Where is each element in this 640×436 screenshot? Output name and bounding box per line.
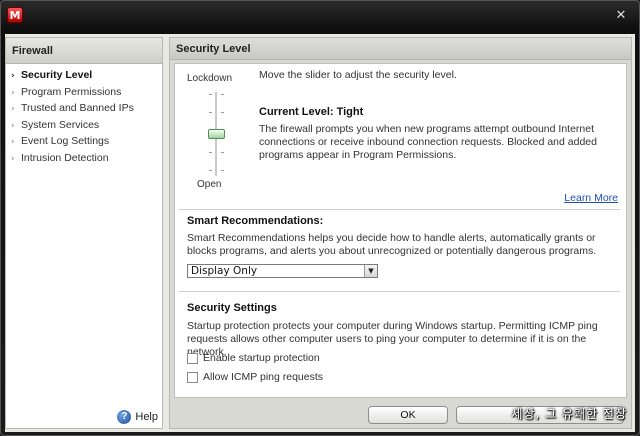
title-bar[interactable]: M ✕ bbox=[1, 1, 639, 31]
chevron-right-icon: › bbox=[11, 153, 15, 164]
sidebar-item-program-permissions[interactable]: › Program Permissions bbox=[6, 84, 162, 101]
sidebar-nav: › Security Level › Program Permissions › Tr… bbox=[6, 64, 162, 166]
sidebar-item-label: Program Permissions bbox=[21, 85, 122, 98]
slider-tick bbox=[209, 112, 212, 113]
smart-recommendations-description: Smart Recommendations helps you decide h… bbox=[187, 232, 597, 257]
sidebar-item-label: System Services bbox=[21, 118, 100, 131]
smart-recommendations-select[interactable]: Display Only ▼ bbox=[187, 264, 378, 278]
current-level-value: Tight bbox=[336, 106, 364, 118]
security-level-slider[interactable] bbox=[199, 92, 233, 176]
sidebar-item-system-services[interactable]: › System Services bbox=[6, 117, 162, 134]
content-area: Lockdown Open Move the slider to adjust … bbox=[174, 63, 627, 398]
security-level-section: Lockdown Open Move the slider to adjust … bbox=[175, 64, 626, 207]
page-title: Security Level bbox=[170, 38, 631, 60]
checkbox-label: Enable startup protection bbox=[203, 352, 320, 364]
slider-tick bbox=[221, 170, 224, 171]
help-label: Help bbox=[135, 411, 158, 423]
chevron-right-icon: › bbox=[11, 120, 15, 131]
section-divider bbox=[179, 209, 620, 210]
slider-bottom-label: Open bbox=[197, 179, 222, 190]
chevron-right-icon: › bbox=[11, 104, 15, 114]
slider-instruction: Move the slider to adjust the security l… bbox=[259, 69, 457, 81]
cancel-button[interactable] bbox=[456, 406, 624, 424]
sidebar-item-label: Security Level bbox=[21, 69, 93, 81]
close-icon[interactable]: ✕ bbox=[613, 8, 629, 24]
sidebar-item-intrusion-detection[interactable]: › Intrusion Detection bbox=[6, 150, 162, 167]
slider-tick bbox=[221, 112, 224, 113]
learn-more-link[interactable]: Learn More bbox=[564, 192, 618, 204]
select-value: Display Only bbox=[191, 265, 258, 277]
slider-tick bbox=[221, 94, 224, 95]
section-divider bbox=[179, 291, 620, 292]
sidebar-item-label: Event Log Settings bbox=[21, 135, 110, 147]
slider-tick bbox=[221, 152, 224, 153]
slider-tick bbox=[209, 152, 212, 153]
sidebar-item-label: Intrusion Detection bbox=[21, 151, 109, 164]
allow-icmp-ping-option[interactable]: Allow ICMP ping requests bbox=[187, 371, 323, 383]
slider-tick bbox=[209, 170, 212, 171]
enable-startup-protection-checkbox[interactable] bbox=[187, 352, 198, 364]
sidebar-title: Firewall bbox=[6, 38, 162, 64]
mcafee-window: M ✕ Firewall › Security Level › Program Pe… bbox=[0, 0, 640, 436]
allow-icmp-ping-checkbox[interactable] bbox=[187, 371, 198, 383]
main-panel: Security Level Lockdown Open Move the sl… bbox=[169, 37, 632, 429]
sidebar-item-security-level[interactable]: › Security Level bbox=[6, 67, 162, 84]
chevron-right-icon: › bbox=[11, 87, 15, 98]
current-level-label: Current Level: bbox=[259, 106, 334, 118]
mcafee-logo-icon: M bbox=[7, 7, 23, 23]
smart-recommendations-title: Smart Recommendations: bbox=[187, 215, 324, 227]
ok-button[interactable]: OK bbox=[368, 406, 448, 424]
sidebar-item-trusted-banned-ips[interactable]: › Trusted and Banned IPs bbox=[6, 100, 162, 117]
checkbox-label: Allow ICMP ping requests bbox=[203, 371, 324, 383]
slider-tick bbox=[209, 94, 212, 95]
enable-startup-protection-option[interactable]: Enable startup protection bbox=[187, 352, 320, 364]
current-level: Current Level: Tight bbox=[259, 106, 363, 118]
help-link[interactable]: ? Help bbox=[117, 410, 158, 424]
help-icon: ? bbox=[117, 410, 132, 424]
dropdown-arrow-icon[interactable]: ▼ bbox=[364, 265, 377, 277]
chevron-right-icon: › bbox=[11, 71, 15, 81]
sidebar-item-label: Trusted and Banned IPs bbox=[21, 102, 134, 114]
slider-top-label: Lockdown bbox=[187, 73, 233, 84]
slider-thumb[interactable] bbox=[208, 129, 225, 139]
chevron-right-icon: › bbox=[11, 137, 15, 147]
security-settings-title: Security Settings bbox=[187, 302, 277, 314]
level-description: The firewall prompts you when new progra… bbox=[259, 123, 597, 161]
sidebar: Firewall › Security Level › Program Permis… bbox=[5, 37, 163, 429]
sidebar-item-event-log-settings[interactable]: › Event Log Settings bbox=[6, 133, 162, 150]
window-client-area: Firewall › Security Level › Program Permis… bbox=[5, 34, 635, 432]
